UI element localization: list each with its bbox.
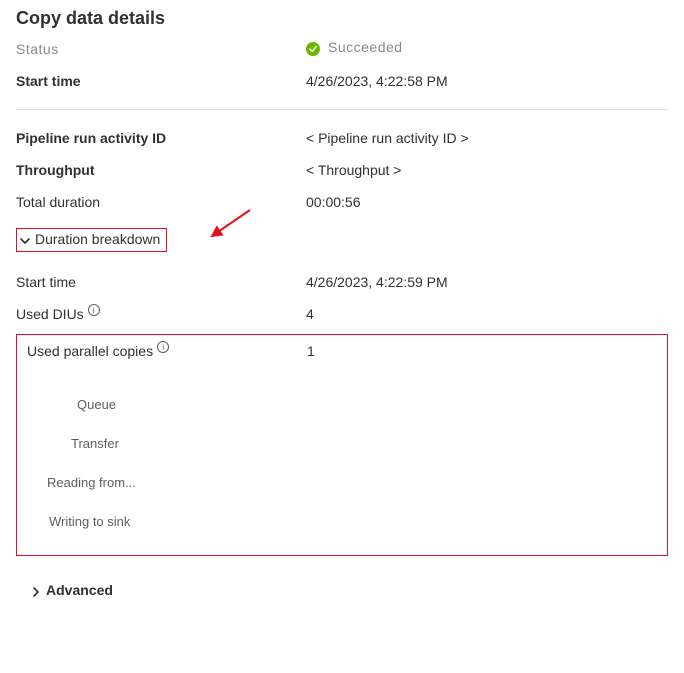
pipeline-id-row: Pipeline run activity ID < Pipeline run … <box>16 122 668 154</box>
page-title: Copy data details <box>16 8 668 29</box>
advanced-row: Advanced <box>30 576 668 604</box>
status-value: Succeeded <box>306 41 668 57</box>
status-row: Status Succeeded <box>16 41 668 65</box>
phase-queue: Queue <box>77 385 657 424</box>
used-parallel-row: Used parallel copies i 1 <box>27 343 657 367</box>
annotation-highlight-box: Used parallel copies i 1 Queue Transfer … <box>16 334 668 556</box>
chevron-right-icon <box>30 585 40 595</box>
total-duration-label: Total duration <box>16 194 306 210</box>
phase-transfer: Transfer <box>71 424 657 463</box>
used-dius-row: Used DIUs i 4 <box>16 298 668 330</box>
total-duration-row: Total duration 00:00:56 <box>16 186 668 218</box>
breakdown-start-label: Start time <box>16 274 306 290</box>
phase-writing: Writing to sink <box>49 502 657 541</box>
phase-list: Queue Transfer Reading from... Writing t… <box>55 385 657 541</box>
breakdown-start-value: 4/26/2023, 4:22:59 PM <box>306 274 668 290</box>
start-time-label: Start time <box>16 73 306 89</box>
divider <box>16 109 668 110</box>
total-duration-value: 00:00:56 <box>306 194 668 210</box>
used-dius-label: Used DIUs i <box>16 306 306 322</box>
throughput-row: Throughput < Throughput > <box>16 154 668 186</box>
duration-breakdown-row: Duration breakdown <box>16 222 668 258</box>
status-label: Status <box>16 41 306 57</box>
used-parallel-value: 1 <box>307 343 657 359</box>
duration-breakdown-label: Duration breakdown <box>35 231 160 247</box>
pipeline-id-value: < Pipeline run activity ID > <box>306 130 668 146</box>
start-time-value: 4/26/2023, 4:22:58 PM <box>306 73 668 89</box>
info-icon[interactable]: i <box>88 304 100 316</box>
start-time-row: Start time 4/26/2023, 4:22:58 PM <box>16 65 668 97</box>
pipeline-id-label: Pipeline run activity ID <box>16 130 306 146</box>
succeeded-icon <box>306 42 320 56</box>
used-dius-value: 4 <box>306 306 668 322</box>
info-icon[interactable]: i <box>157 341 169 353</box>
throughput-value: < Throughput > <box>306 162 668 178</box>
breakdown-start-row: Start time 4/26/2023, 4:22:59 PM <box>16 266 668 298</box>
advanced-label: Advanced <box>46 582 113 598</box>
duration-breakdown-toggle[interactable]: Duration breakdown <box>16 228 167 252</box>
throughput-label: Throughput <box>16 162 306 178</box>
used-parallel-label: Used parallel copies i <box>27 343 307 359</box>
chevron-down-icon <box>19 234 29 244</box>
phase-reading: Reading from... <box>47 463 657 502</box>
status-text: Succeeded <box>328 39 403 55</box>
advanced-toggle[interactable]: Advanced <box>30 582 113 598</box>
